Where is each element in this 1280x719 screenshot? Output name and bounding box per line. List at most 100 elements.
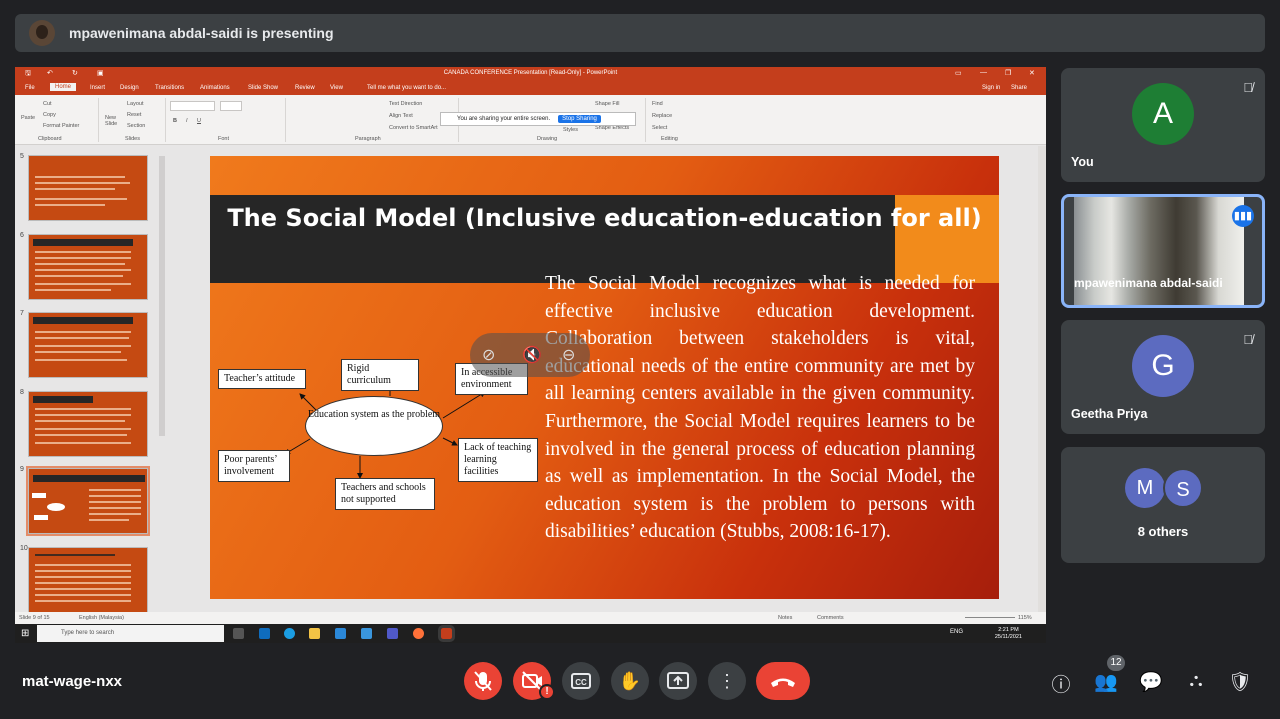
minimize-icon[interactable]: — — [980, 69, 987, 76]
participant-tile-presenter[interactable]: ▮▮▮ mpawenimana abdal-saidi — [1061, 194, 1265, 308]
present-screen-button[interactable] — [659, 662, 697, 700]
ppt-status-bar: Slide 9 of 15 English (Malaysia) Notes C… — [15, 612, 1046, 624]
menu-home[interactable]: Home — [50, 83, 77, 91]
menu-review[interactable]: Review — [295, 85, 315, 91]
present-icon — [667, 672, 689, 689]
participant-tile-you[interactable]: A 🎙̸ You — [1061, 68, 1265, 182]
group-paragraph: Paragraph — [355, 136, 381, 142]
find-button[interactable]: Find — [652, 101, 663, 107]
slide-thumbnail-7[interactable] — [28, 312, 148, 378]
teams-icon[interactable] — [387, 628, 398, 639]
text-direction-button[interactable]: Text Direction — [389, 101, 422, 107]
styles-button[interactable]: Styles — [563, 127, 578, 133]
select-button[interactable]: Select — [652, 125, 667, 131]
camera-warning-icon: ! — [539, 684, 555, 700]
people-icon[interactable]: 👥 — [1094, 670, 1118, 694]
section-button[interactable]: Section — [127, 123, 145, 129]
shape-fill-button[interactable]: Shape Fill — [595, 101, 619, 107]
participant-tile-others[interactable]: M S 8 others — [1061, 447, 1265, 563]
slide-thumbnails-pane: 5 6 7 8 9 10 — [15, 146, 165, 614]
menu-transitions[interactable]: Transitions — [155, 85, 184, 91]
language-indicator: English (Malaysia) — [79, 615, 124, 621]
reset-button[interactable]: Reset — [127, 112, 141, 118]
thumbnails-scrollbar[interactable] — [159, 156, 165, 436]
font-name-box[interactable] — [170, 101, 215, 111]
menu-animations[interactable]: Animations — [200, 85, 230, 91]
presenting-banner: mpawenimana abdal-saidi is presenting — [15, 14, 1265, 52]
slide-thumbnail-6[interactable] — [28, 234, 148, 300]
screen-sharing-bar: You are sharing your entire screen. Stop… — [440, 112, 636, 126]
comments-button[interactable]: Comments — [817, 615, 844, 621]
end-call-icon — [771, 678, 795, 687]
mic-off-icon — [474, 671, 492, 691]
mail-icon[interactable] — [361, 628, 372, 639]
store-icon[interactable] — [335, 628, 346, 639]
menu-slideshow[interactable]: Slide Show — [248, 85, 278, 91]
taskbar-clock[interactable]: 2:21 PM 25/11/2021 — [995, 627, 1022, 641]
zoom-slider[interactable] — [965, 617, 1015, 618]
ribbon-display-icon[interactable]: ▭ — [955, 69, 962, 77]
file-explorer-icon[interactable] — [309, 628, 320, 639]
replace-button[interactable]: Replace — [652, 113, 672, 119]
taskbar-search[interactable]: Type here to search — [37, 625, 224, 642]
more-options-button[interactable]: ⋮ — [708, 662, 746, 700]
format-painter-button[interactable]: Format Painter — [43, 123, 79, 129]
layout-button[interactable]: Layout — [127, 101, 144, 107]
presenting-text: mpawenimana abdal-saidi is presenting — [69, 25, 334, 41]
edge-icon[interactable] — [284, 628, 295, 639]
slide-counter: Slide 9 of 15 — [19, 615, 50, 621]
convert-smartart-button[interactable]: Convert to SmartArt — [389, 125, 438, 131]
menu-insert[interactable]: Insert — [90, 85, 105, 91]
task-view-icon[interactable] — [233, 628, 244, 639]
slide-thumbnail-10[interactable] — [28, 547, 148, 613]
shared-screen: 🖫 ↶ ↻ ▣ CANADA CONFERENCE Presentation [… — [15, 67, 1046, 643]
mute-presenter-icon[interactable]: 🔇 — [522, 345, 542, 365]
new-slide-button[interactable]: New Slide — [105, 115, 123, 127]
font-size-box[interactable] — [220, 101, 242, 111]
meeting-code: mat-wage-nxx — [22, 673, 123, 690]
windows-start-icon[interactable]: ⊞ — [21, 628, 29, 639]
menu-view[interactable]: View — [330, 85, 343, 91]
signin-link[interactable]: Sign in — [982, 85, 1000, 91]
slide-thumbnail-8[interactable] — [28, 391, 148, 457]
participant-tile-geetha[interactable]: G 🎙̸ Geetha Priya — [1061, 320, 1265, 434]
mic-off-icon: 🎙̸ — [1243, 80, 1253, 95]
remove-icon[interactable]: ⊖ — [562, 345, 575, 365]
zoom-level[interactable]: 115% — [1018, 615, 1032, 621]
stop-sharing-button[interactable]: Stop Sharing — [558, 115, 601, 123]
mic-toggle-button[interactable] — [464, 662, 502, 700]
underline-icon[interactable]: U — [197, 118, 201, 124]
tell-me-box[interactable]: Tell me what you want to do... — [367, 85, 446, 91]
cut-button[interactable]: Cut — [43, 101, 52, 107]
notes-button[interactable]: Notes — [778, 615, 792, 621]
slide-thumbnail-9-selected[interactable] — [26, 466, 150, 536]
menu-design[interactable]: Design — [120, 85, 139, 91]
share-button[interactable]: Share — [1011, 85, 1027, 91]
meeting-details-icon[interactable]: ⓘ — [1049, 670, 1073, 697]
captions-button[interactable]: CC — [562, 662, 600, 700]
host-controls-icon[interactable]: 🛡 — [1228, 670, 1252, 694]
leave-call-button[interactable] — [756, 662, 810, 700]
windows-taskbar: ⊞ Type here to search ENG 2:21 PM 25/11/2… — [15, 624, 1046, 643]
thumb-number: 9 — [20, 466, 24, 473]
language-tray[interactable]: ENG — [950, 629, 963, 635]
paste-button[interactable]: Paste — [21, 115, 35, 121]
bold-icon[interactable]: B — [173, 118, 177, 124]
menu-file[interactable]: File — [25, 85, 35, 91]
slide-thumbnail-5[interactable] — [28, 155, 148, 221]
firefox-icon[interactable] — [413, 628, 424, 639]
close-icon[interactable]: ✕ — [1029, 69, 1035, 77]
raise-hand-button[interactable]: ✋ — [611, 662, 649, 700]
powerpoint-taskbar-icon[interactable] — [438, 625, 455, 642]
chat-icon[interactable]: 💬 — [1139, 670, 1163, 694]
italic-icon[interactable]: I — [186, 118, 188, 124]
copy-button[interactable]: Copy — [43, 112, 56, 118]
outlook-icon[interactable] — [259, 628, 270, 639]
activities-icon[interactable]: ⛬ — [1184, 670, 1208, 692]
slide-scrollbar[interactable] — [1038, 146, 1046, 612]
group-clipboard: Clipboard — [38, 136, 62, 142]
unpin-icon[interactable]: ⊘ — [482, 345, 495, 365]
avatar: A — [1132, 83, 1194, 145]
maximize-icon[interactable]: ❐ — [1005, 69, 1011, 77]
align-text-button[interactable]: Align Text — [389, 113, 413, 119]
